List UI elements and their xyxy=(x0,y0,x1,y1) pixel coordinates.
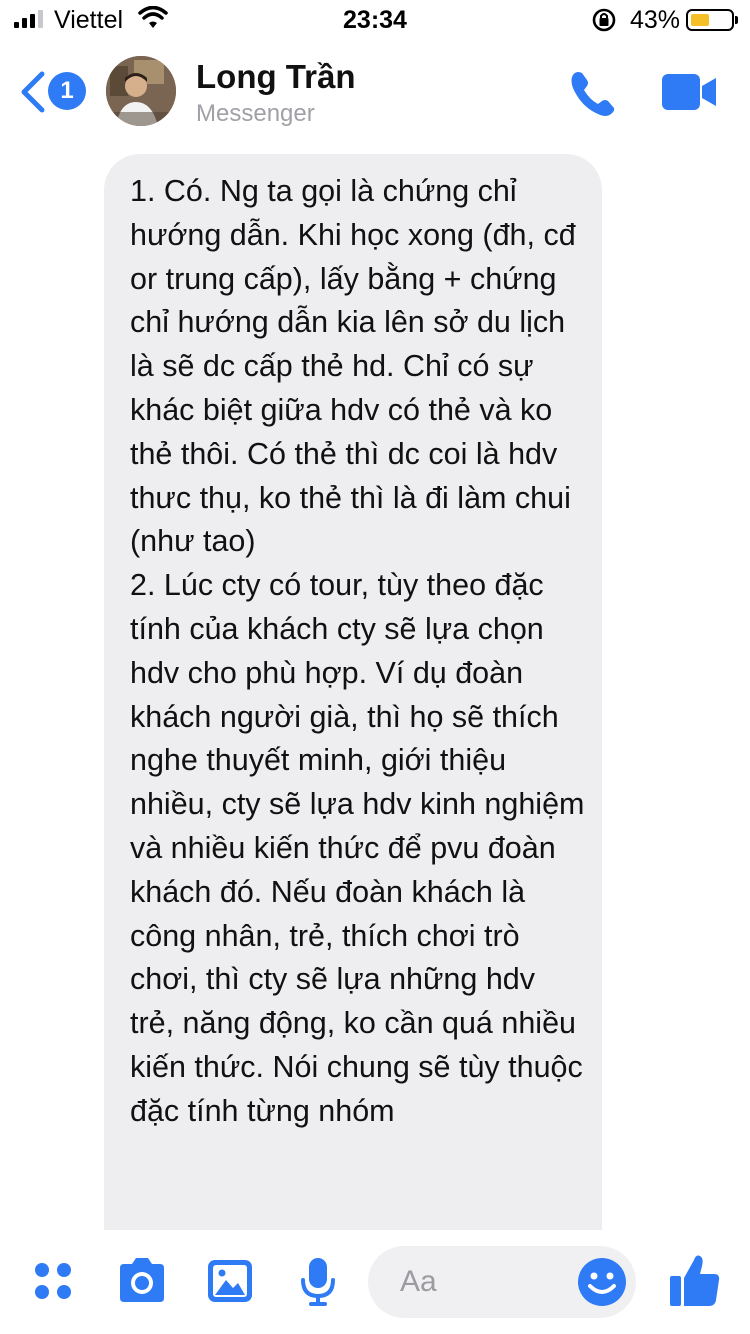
status-bar: Viettel 23:34 43% xyxy=(0,0,750,40)
video-camera-icon[interactable] xyxy=(662,74,718,110)
microphone-icon[interactable] xyxy=(300,1256,336,1308)
gallery-icon[interactable] xyxy=(206,1258,254,1304)
emoji-icon[interactable] xyxy=(576,1256,628,1308)
camera-icon[interactable] xyxy=(116,1258,168,1304)
contact-subtitle: Messenger xyxy=(196,100,315,127)
battery-icon xyxy=(686,9,738,31)
rotation-lock-icon xyxy=(592,8,616,32)
contact-name[interactable]: Long Trần xyxy=(196,58,356,96)
battery-percent: 43% xyxy=(630,6,681,34)
apps-grid-icon[interactable] xyxy=(32,1260,76,1304)
chevron-left-icon[interactable] xyxy=(18,70,48,114)
unread-count-badge[interactable]: 1 xyxy=(48,72,86,110)
message-text: 1. Có. Ng ta gọi là chứng chỉ hướng dẫn.… xyxy=(130,174,585,1128)
phone-icon[interactable] xyxy=(568,68,620,120)
message-input-placeholder: Aa xyxy=(400,1265,437,1298)
thumbs-up-icon[interactable] xyxy=(668,1252,722,1308)
avatar[interactable] xyxy=(106,56,176,126)
chat-header: 1 Long Trần Messenger xyxy=(0,40,750,138)
